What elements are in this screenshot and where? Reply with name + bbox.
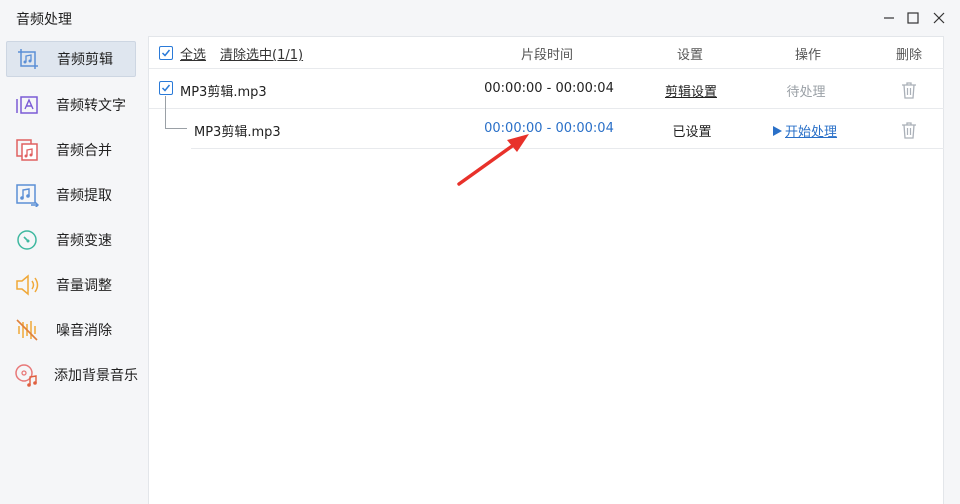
sidebar-item-audio-merge[interactable]: 音频合并: [6, 132, 136, 168]
trash-icon[interactable]: [901, 121, 917, 139]
sidebar-item-add-bgm[interactable]: 添加背景音乐: [6, 357, 138, 393]
segment-time: 00:00:00 - 00:00:04: [484, 81, 614, 96]
minimize-button[interactable]: [877, 6, 901, 30]
start-processing-label: 开始处理: [785, 125, 838, 140]
sidebar-item-label: 添加背景音乐: [54, 368, 138, 384]
column-header-settings: 设置: [676, 48, 703, 63]
start-processing-button[interactable]: 开始处理: [773, 121, 837, 140]
audio-cut-icon: [15, 46, 41, 72]
check-icon: [161, 84, 171, 92]
table-row: MP3剪辑.mp3 00:00:00 - 00:00:04 剪辑设置 待处理: [149, 69, 944, 109]
file-list-panel: 全选 清除选中(1/1) 片段时间 设置 操作 删除 MP3剪辑.mp3 00:…: [148, 36, 944, 504]
column-header-delete: 删除: [895, 48, 922, 63]
sidebar-item-volume-adjust[interactable]: 音量调整: [6, 267, 136, 303]
sidebar-item-audio-speed[interactable]: 音频变速: [6, 222, 136, 258]
sidebar-item-audio-to-text[interactable]: 音频转文字: [6, 87, 136, 123]
play-icon: [773, 125, 782, 136]
file-name: MP3剪辑.mp3: [194, 125, 281, 140]
select-all-checkbox[interactable]: [159, 46, 173, 60]
sidebar-item-label: 音量调整: [56, 278, 112, 294]
audio-extract-icon: [14, 182, 40, 208]
volume-adjust-icon: [14, 272, 40, 298]
sidebar-item-label: 音频剪辑: [57, 52, 113, 68]
audio-merge-icon: [14, 137, 40, 163]
maximize-button[interactable]: [901, 6, 925, 30]
sidebar-item-noise-remove[interactable]: 噪音消除: [6, 312, 136, 348]
sidebar-item-audio-cut[interactable]: 音频剪辑: [6, 41, 136, 77]
close-button[interactable]: [927, 6, 951, 30]
audio-to-text-icon: [14, 92, 40, 118]
audio-speed-icon: [14, 227, 40, 253]
select-all-link[interactable]: 全选: [180, 44, 206, 63]
list-header: 全选 清除选中(1/1) 片段时间 设置 操作 删除: [149, 37, 944, 69]
minimize-icon: [884, 17, 894, 19]
sidebar-item-label: 噪音消除: [56, 323, 112, 339]
check-icon: [161, 49, 171, 57]
row-checkbox[interactable]: [159, 81, 173, 95]
tree-connector-horizontal: [165, 128, 187, 129]
file-name: MP3剪辑.mp3: [180, 85, 267, 100]
window-title: 音频处理: [16, 12, 72, 28]
trash-icon[interactable]: [901, 81, 917, 99]
settings-status: 已设置: [672, 125, 712, 140]
noise-remove-icon: [14, 317, 40, 343]
column-header-action: 操作: [794, 48, 821, 63]
sidebar-item-label: 音频转文字: [56, 98, 126, 114]
sidebar-item-label: 音频合并: [56, 143, 112, 159]
add-bgm-icon: [14, 362, 38, 388]
sidebar-item-audio-extract[interactable]: 音频提取: [6, 177, 136, 213]
sidebar-item-label: 音频提取: [56, 188, 112, 204]
column-header-segment-time: 片段时间: [520, 48, 573, 63]
sidebar-item-label: 音频变速: [56, 233, 112, 249]
status-text: 待处理: [786, 85, 826, 100]
sidebar: 音频剪辑 音频转文字 音频合并 音频提取 音频变速 音量调整 噪音消除 添加背景…: [0, 36, 148, 504]
tree-connector-vertical: [165, 96, 166, 128]
clear-selected-link[interactable]: 清除选中(1/1): [220, 44, 303, 63]
maximize-icon: [907, 12, 919, 24]
close-icon: [933, 12, 945, 24]
segment-time: 00:00:00 - 00:00:04: [484, 121, 614, 136]
cut-settings-link[interactable]: 剪辑设置: [655, 81, 727, 100]
table-row: MP3剪辑.mp3 00:00:00 - 00:00:04 已设置 开始处理: [191, 109, 944, 149]
title-bar: 音频处理: [0, 0, 960, 36]
